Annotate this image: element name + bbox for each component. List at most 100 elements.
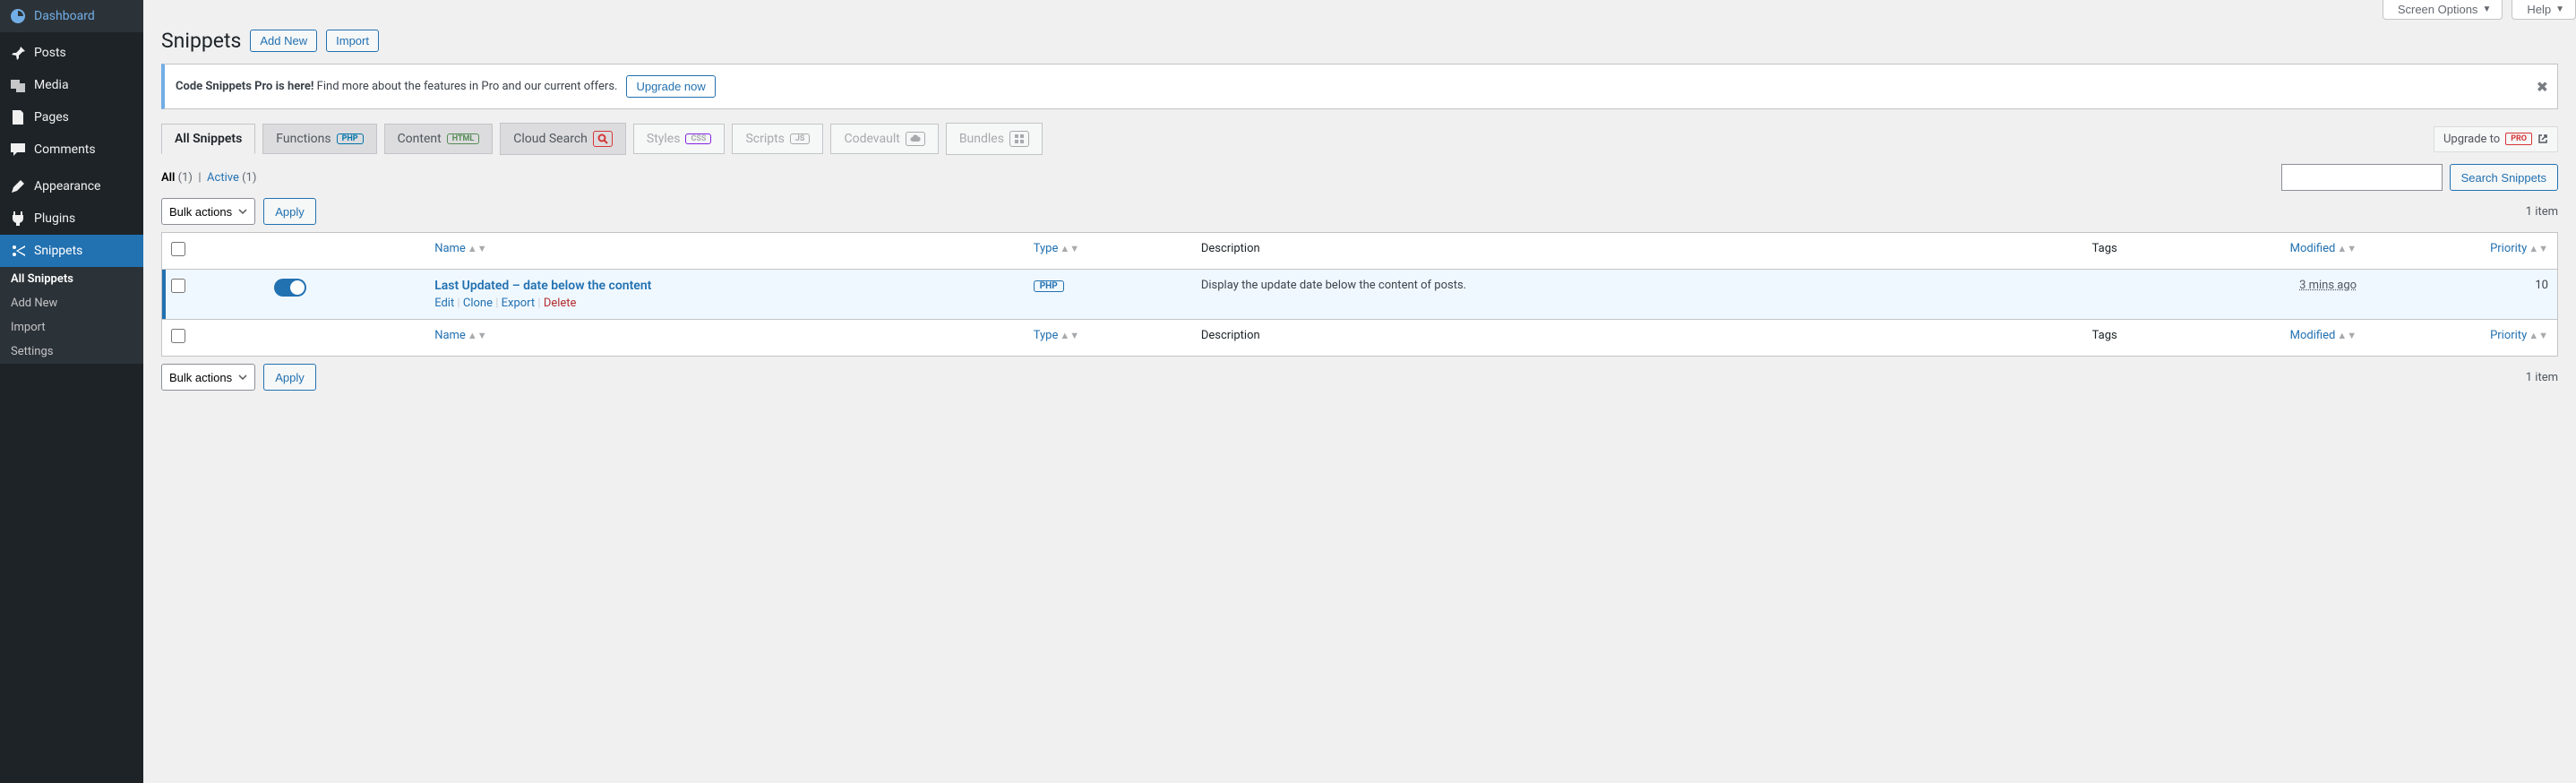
snippet-title-link[interactable]: Last Updated – date below the content bbox=[434, 279, 651, 293]
export-link[interactable]: Export bbox=[502, 297, 536, 310]
apply-button-bottom[interactable]: Apply bbox=[263, 364, 316, 391]
upgrade-notice: Code Snippets Pro is here! Find more abo… bbox=[161, 64, 2558, 109]
dismiss-notice-icon[interactable]: ✖ bbox=[2537, 78, 2548, 95]
tabs: All Snippets FunctionsPHP ContentHTML Cl… bbox=[161, 123, 2558, 155]
row-checkbox[interactable] bbox=[171, 279, 185, 293]
item-count: 1 item bbox=[2526, 205, 2558, 219]
php-badge: PHP bbox=[337, 133, 364, 144]
sidebar-item-label: Comments bbox=[34, 142, 96, 157]
grid-icon bbox=[1009, 131, 1029, 147]
sort-icon: ▲▼ bbox=[2529, 243, 2548, 254]
filter-active[interactable]: Active bbox=[207, 171, 239, 185]
upgrade-to-pro-button[interactable]: Upgrade toPRO bbox=[2434, 126, 2558, 152]
sidebar-item-label: Dashboard bbox=[34, 9, 95, 23]
notice-text: Code Snippets Pro is here! Find more abo… bbox=[176, 80, 617, 93]
comments-icon bbox=[9, 141, 27, 159]
column-modified[interactable]: Modified▲▼ bbox=[2126, 233, 2366, 270]
sidebar-item-posts[interactable]: Posts bbox=[0, 37, 143, 69]
admin-sidebar: Dashboard Posts Media Pages Comments App… bbox=[0, 0, 143, 783]
sidebar-item-dashboard[interactable]: Dashboard bbox=[0, 0, 143, 32]
row-actions: Edit | Clone | Export | Delete bbox=[434, 297, 1016, 310]
bulk-actions-select-bottom[interactable]: Bulk actions bbox=[161, 364, 255, 391]
column-tags: Tags bbox=[1982, 233, 2125, 270]
js-badge: JS bbox=[790, 133, 811, 144]
edit-link[interactable]: Edit bbox=[434, 297, 454, 310]
modified-time: 3 mins ago bbox=[2299, 279, 2357, 292]
sort-icon: ▲▼ bbox=[1060, 330, 1079, 341]
media-icon bbox=[9, 76, 27, 94]
html-badge: HTML bbox=[447, 133, 480, 144]
sort-icon: ▲▼ bbox=[2337, 243, 2357, 254]
type-badge: PHP bbox=[1034, 280, 1064, 292]
sidebar-item-snippets[interactable]: Snippets bbox=[0, 235, 143, 267]
table-row: Last Updated – date below the content Ed… bbox=[162, 270, 2557, 319]
snippet-description: Display the update date below the conten… bbox=[1192, 270, 1982, 319]
sidebar-item-label: Plugins bbox=[34, 211, 75, 226]
priority-value: 10 bbox=[2366, 270, 2557, 319]
column-name[interactable]: Name▲▼ bbox=[425, 233, 1025, 270]
sidebar-sub-settings[interactable]: Settings bbox=[0, 340, 143, 364]
column-type[interactable]: Type▲▼ bbox=[1025, 319, 1192, 356]
column-modified[interactable]: Modified▲▼ bbox=[2126, 319, 2366, 356]
tab-cloud-search[interactable]: Cloud Search bbox=[500, 123, 626, 155]
tab-bundles: Bundles bbox=[946, 123, 1043, 155]
sidebar-item-label: Pages bbox=[34, 110, 69, 125]
sort-icon: ▲▼ bbox=[2337, 330, 2357, 341]
sort-icon: ▲▼ bbox=[468, 330, 487, 341]
sidebar-item-label: Posts bbox=[34, 46, 66, 60]
search-snippets-button[interactable]: Search Snippets bbox=[2450, 164, 2558, 191]
main-content: Screen Options▼ Help▼ Snippets Add New I… bbox=[143, 0, 2576, 783]
screen-options-button[interactable]: Screen Options▼ bbox=[2383, 0, 2503, 20]
tab-all-snippets[interactable]: All Snippets bbox=[161, 124, 255, 154]
column-priority[interactable]: Priority▲▼ bbox=[2366, 233, 2557, 270]
sidebar-item-comments[interactable]: Comments bbox=[0, 133, 143, 166]
sidebar-submenu: All Snippets Add New Import Settings bbox=[0, 267, 143, 364]
tab-functions[interactable]: FunctionsPHP bbox=[262, 124, 376, 154]
search-icon bbox=[593, 131, 613, 147]
sidebar-sub-all-snippets[interactable]: All Snippets bbox=[0, 267, 143, 291]
tab-content[interactable]: ContentHTML bbox=[384, 124, 494, 154]
column-name[interactable]: Name▲▼ bbox=[425, 319, 1025, 356]
filter-all[interactable]: All bbox=[161, 171, 175, 185]
select-all-checkbox[interactable] bbox=[171, 242, 185, 256]
delete-link[interactable]: Delete bbox=[544, 297, 577, 310]
select-all-checkbox-bottom[interactable] bbox=[171, 329, 185, 343]
column-tags: Tags bbox=[1982, 319, 2125, 356]
scissors-icon bbox=[9, 242, 27, 260]
view-filters: All (1) | Active (1) bbox=[161, 171, 256, 185]
sidebar-item-label: Media bbox=[34, 78, 69, 92]
bulk-actions-select[interactable]: Bulk actions bbox=[161, 198, 255, 225]
column-type[interactable]: Type▲▼ bbox=[1025, 233, 1192, 270]
css-badge: CSS bbox=[685, 133, 711, 144]
item-count-bottom: 1 item bbox=[2526, 371, 2558, 384]
snippet-toggle[interactable] bbox=[274, 279, 306, 297]
column-priority[interactable]: Priority▲▼ bbox=[2366, 319, 2557, 356]
sidebar-sub-add-new[interactable]: Add New bbox=[0, 291, 143, 315]
sort-icon: ▲▼ bbox=[468, 243, 487, 254]
chevron-down-icon: ▼ bbox=[2482, 4, 2491, 14]
appearance-icon bbox=[9, 177, 27, 195]
pro-badge: PRO bbox=[2505, 133, 2532, 145]
upgrade-now-button[interactable]: Upgrade now bbox=[626, 75, 715, 98]
external-link-icon bbox=[2537, 133, 2548, 144]
snippets-table: Name▲▼ Type▲▼ Description Tags Modified▲… bbox=[161, 232, 2558, 357]
pin-icon bbox=[9, 44, 27, 62]
clone-link[interactable]: Clone bbox=[463, 297, 493, 310]
search-input[interactable] bbox=[2281, 164, 2443, 191]
column-description: Description bbox=[1192, 233, 1982, 270]
import-button[interactable]: Import bbox=[326, 30, 379, 52]
sidebar-sub-import[interactable]: Import bbox=[0, 315, 143, 340]
apply-button[interactable]: Apply bbox=[263, 198, 316, 225]
sidebar-item-label: Snippets bbox=[34, 244, 82, 258]
help-button[interactable]: Help▼ bbox=[2512, 0, 2576, 20]
add-new-button[interactable]: Add New bbox=[250, 30, 317, 52]
chevron-down-icon: ▼ bbox=[2555, 4, 2564, 14]
column-description: Description bbox=[1192, 319, 1982, 356]
sidebar-item-label: Appearance bbox=[34, 179, 100, 194]
sidebar-item-pages[interactable]: Pages bbox=[0, 101, 143, 133]
tab-styles: StylesCSS bbox=[633, 124, 726, 154]
sidebar-item-plugins[interactable]: Plugins bbox=[0, 202, 143, 235]
sidebar-item-media[interactable]: Media bbox=[0, 69, 143, 101]
sidebar-item-appearance[interactable]: Appearance bbox=[0, 170, 143, 202]
pages-icon bbox=[9, 108, 27, 126]
